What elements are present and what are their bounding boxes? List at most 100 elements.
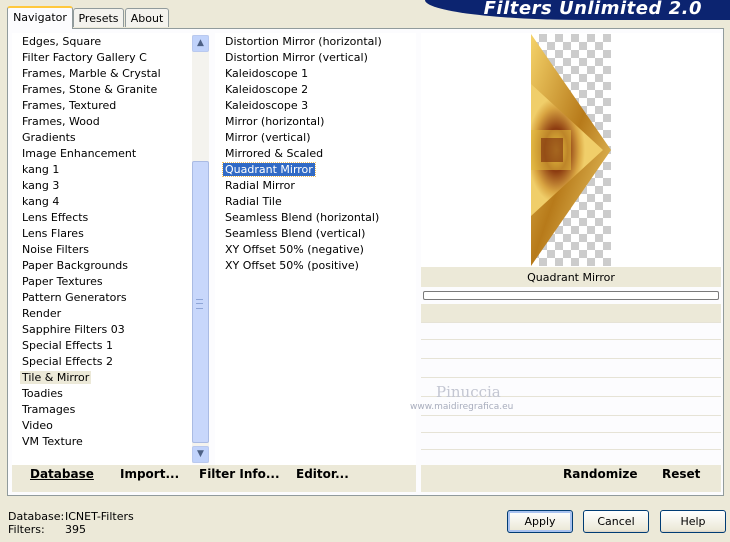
category-item[interactable]: Paper Textures: [12, 274, 192, 290]
category-item[interactable]: Render: [12, 306, 192, 322]
scroll-up-button[interactable]: ▲: [192, 35, 209, 52]
category-item[interactable]: Gradients: [12, 130, 192, 146]
filter-item[interactable]: Seamless Blend (horizontal): [215, 210, 416, 226]
cancel-button[interactable]: Cancel: [583, 510, 649, 533]
category-scrollbar[interactable]: ▲ ▼: [192, 35, 209, 463]
filter-item[interactable]: Quadrant Mirror: [215, 162, 416, 178]
filter-info-button[interactable]: Filter Info...: [199, 467, 280, 481]
category-item-label: Video: [22, 419, 53, 432]
category-item[interactable]: kang 3: [12, 178, 192, 194]
category-item-label: Toadies: [22, 387, 63, 400]
category-item[interactable]: Special Effects 2: [12, 354, 192, 370]
filter-item[interactable]: Kaleidoscope 3: [215, 98, 416, 114]
chevron-down-icon: ▼: [197, 449, 204, 459]
category-item[interactable]: VM Texture: [12, 434, 192, 450]
tab-navigator[interactable]: Navigator: [7, 6, 73, 29]
filter-list[interactable]: Distortion Mirror (horizontal) Distortion…: [215, 33, 416, 466]
category-item[interactable]: Lens Effects: [12, 210, 192, 226]
category-item[interactable]: Noise Filters: [12, 242, 192, 258]
category-item[interactable]: Edges, Square: [12, 34, 192, 50]
category-item[interactable]: Special Effects 1: [12, 338, 192, 354]
category-item[interactable]: Frames, Stone & Granite: [12, 82, 192, 98]
category-item[interactable]: Image Enhancement: [12, 146, 192, 162]
watermark-url: www.maidiregrafica.eu: [410, 402, 514, 412]
progress-bar: [423, 291, 719, 300]
filter-item-label: Radial Mirror: [225, 179, 295, 192]
filter-item[interactable]: Kaleidoscope 1: [215, 66, 416, 82]
category-item-label: Paper Backgrounds: [22, 259, 129, 272]
filter-item-label: Seamless Blend (horizontal): [225, 211, 380, 224]
database-value: ICNET-Filters: [65, 510, 134, 523]
category-item-label: Frames, Textured: [22, 99, 117, 112]
filter-item[interactable]: Mirrored & Scaled: [215, 146, 416, 162]
filter-item-label: Kaleidoscope 3: [225, 99, 309, 112]
apply-button[interactable]: Apply: [507, 510, 573, 533]
slider-row: [421, 339, 721, 358]
category-item-label: Frames, Stone & Granite: [22, 83, 158, 96]
category-item[interactable]: Frames, Marble & Crystal: [12, 66, 192, 82]
scroll-down-button[interactable]: ▼: [192, 446, 209, 463]
filter-item[interactable]: XY Offset 50% (negative): [215, 242, 416, 258]
database-label: Database:: [8, 510, 65, 523]
filter-item[interactable]: Distortion Mirror (horizontal): [215, 34, 416, 50]
category-item-label: Edges, Square: [22, 35, 102, 48]
slider-row: [421, 358, 721, 377]
slider-row: [421, 322, 721, 339]
slider-row: [421, 415, 721, 432]
category-item-label: Paper Textures: [22, 275, 103, 288]
filter-item[interactable]: Seamless Blend (vertical): [215, 226, 416, 242]
filter-item[interactable]: Kaleidoscope 2: [215, 82, 416, 98]
filter-item-label: Quadrant Mirror: [222, 162, 316, 177]
category-item[interactable]: kang 4: [12, 194, 192, 210]
category-item[interactable]: Frames, Textured: [12, 98, 192, 114]
filter-item-label: Mirrored & Scaled: [225, 147, 324, 160]
import-button[interactable]: Import...: [120, 467, 179, 481]
filter-item[interactable]: Mirror (vertical): [215, 130, 416, 146]
watermark-name: Pinuccia: [436, 383, 501, 401]
category-item-label: VM Texture: [22, 435, 83, 448]
database-button[interactable]: Database: [30, 467, 94, 481]
reset-button[interactable]: Reset: [662, 467, 700, 481]
help-button[interactable]: Help: [660, 510, 726, 533]
filter-item-label: Mirror (horizontal): [225, 115, 325, 128]
filter-item[interactable]: Radial Mirror: [215, 178, 416, 194]
category-item[interactable]: Frames, Wood: [12, 114, 192, 130]
category-item-label: Lens Flares: [22, 227, 84, 240]
preview-info-strip: [421, 304, 721, 322]
filters-count: 395: [65, 523, 86, 536]
filter-item[interactable]: Distortion Mirror (vertical): [215, 50, 416, 66]
preview-caption: Quadrant Mirror: [421, 267, 721, 287]
category-item[interactable]: kang 1: [12, 162, 192, 178]
category-item-label: Frames, Wood: [22, 115, 100, 128]
filter-item[interactable]: XY Offset 50% (positive): [215, 258, 416, 274]
tab-about[interactable]: About: [125, 8, 169, 27]
filter-item-label: Radial Tile: [225, 195, 282, 208]
grip-icon: [196, 299, 203, 309]
preview-area: [421, 33, 721, 267]
category-item-label: Filter Factory Gallery C: [22, 51, 147, 64]
category-item[interactable]: Filter Factory Gallery C: [12, 50, 192, 66]
category-item[interactable]: Video: [12, 418, 192, 434]
category-item[interactable]: Sapphire Filters 03: [12, 322, 192, 338]
filter-item[interactable]: Mirror (horizontal): [215, 114, 416, 130]
category-item[interactable]: Tramages: [12, 402, 192, 418]
filter-item-label: Kaleidoscope 2: [225, 83, 309, 96]
category-item[interactable]: Paper Backgrounds: [12, 258, 192, 274]
category-list[interactable]: Edges, Square Filter Factory Gallery C Fra…: [12, 33, 192, 466]
category-item-label: Lens Effects: [22, 211, 89, 224]
tab-presets[interactable]: Presets: [73, 8, 124, 27]
category-item[interactable]: Tile & Mirror: [12, 370, 192, 386]
category-item[interactable]: Lens Flares: [12, 226, 192, 242]
randomize-button[interactable]: Randomize: [563, 467, 637, 481]
category-item-label: Sapphire Filters 03: [22, 323, 125, 336]
editor-button[interactable]: Editor...: [296, 467, 349, 481]
category-item[interactable]: Pattern Generators: [12, 290, 192, 306]
filter-item-label: Distortion Mirror (horizontal): [225, 35, 382, 48]
category-item[interactable]: Toadies: [12, 386, 192, 402]
filter-item-label: Distortion Mirror (vertical): [225, 51, 368, 64]
category-item-label: Special Effects 2: [22, 355, 114, 368]
category-item-label: Gradients: [22, 131, 76, 144]
category-item-label: Frames, Marble & Crystal: [22, 67, 161, 80]
filter-item[interactable]: Radial Tile: [215, 194, 416, 210]
category-item-label: Pattern Generators: [22, 291, 127, 304]
